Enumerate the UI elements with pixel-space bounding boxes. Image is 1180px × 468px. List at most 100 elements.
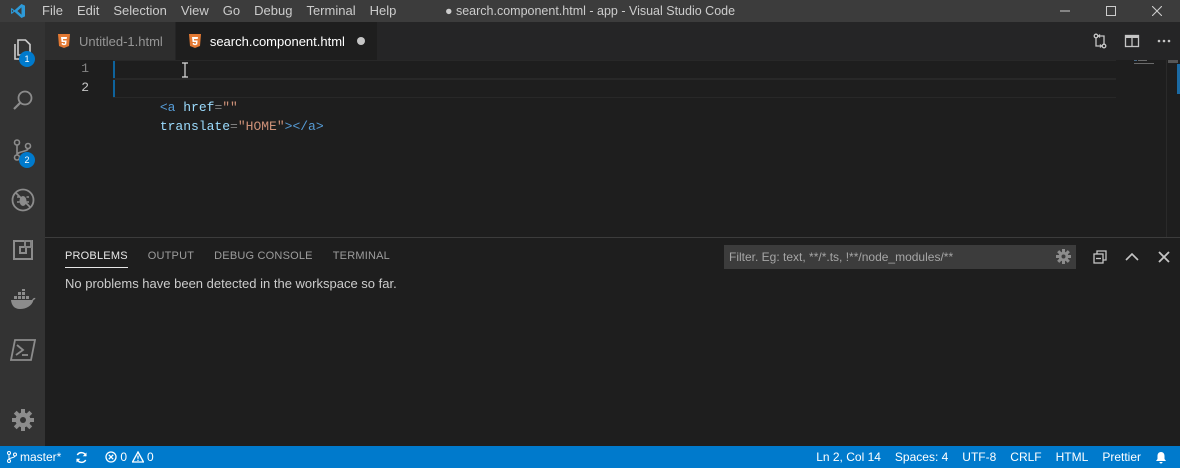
- menu-selection[interactable]: Selection: [106, 0, 173, 22]
- menu-bar: File Edit Selection View Go Debug Termin…: [35, 0, 403, 22]
- sync-icon: [76, 451, 88, 463]
- notifications-button[interactable]: [1148, 446, 1180, 468]
- bell-icon: [1156, 451, 1166, 463]
- minimap[interactable]: [1134, 60, 1158, 66]
- maximize-icon: [1106, 6, 1116, 16]
- end-of-line[interactable]: CRLF: [1003, 446, 1048, 468]
- minimize-button[interactable]: [1042, 0, 1088, 22]
- activity-debug[interactable]: [0, 176, 45, 224]
- filter-placeholder: Filter. Eg: text, **/*.ts, !**/node_modu…: [729, 250, 954, 264]
- tab-terminal[interactable]: TERMINAL: [333, 238, 390, 274]
- menu-help[interactable]: Help: [363, 0, 404, 22]
- split-editor-button[interactable]: [1116, 22, 1148, 60]
- extensions-icon: [12, 240, 33, 260]
- line-number-gutter: 1 2: [45, 60, 97, 237]
- attribute-name: translate: [159, 119, 231, 134]
- code-line-1[interactable]: <a href="": [113, 60, 1116, 115]
- bottom-panel: PROBLEMS OUTPUT DEBUG CONSOLE TERMINAL F…: [45, 237, 1180, 446]
- attribute-name: href: [175, 100, 215, 115]
- branch-name: master*: [20, 450, 62, 464]
- window-controls: [1042, 0, 1180, 22]
- activity-powershell[interactable]: [0, 326, 45, 374]
- debug-icon: [11, 188, 34, 212]
- problems-summary[interactable]: 0 0: [98, 446, 160, 468]
- problems-filter-input[interactable]: Filter. Eg: text, **/*.ts, !**/node_modu…: [724, 245, 1076, 269]
- menu-view[interactable]: View: [174, 0, 216, 22]
- code-area[interactable]: <a href="" translate="HOME"></a>: [113, 60, 1116, 237]
- html-file-icon: [188, 34, 201, 48]
- chevron-up-icon: [1125, 252, 1139, 261]
- attribute-value: "": [222, 100, 238, 115]
- indentation[interactable]: Spaces: 4: [888, 446, 955, 468]
- close-window-button[interactable]: [1134, 0, 1180, 22]
- error-count: 0: [120, 450, 128, 464]
- git-branch-icon: [7, 451, 17, 463]
- html-file-icon: [58, 34, 70, 48]
- activity-source-control[interactable]: 2: [0, 126, 45, 174]
- vertical-scrollbar[interactable]: [1166, 60, 1180, 237]
- editor-actions: [1084, 22, 1180, 60]
- equals-sign: =: [230, 119, 238, 134]
- close-icon: [1152, 6, 1162, 16]
- explorer-badge: 1: [19, 51, 35, 67]
- panel-tabs: PROBLEMS OUTPUT DEBUG CONSOLE TERMINAL: [65, 238, 410, 274]
- collapse-all-button[interactable]: [1084, 245, 1116, 269]
- maximize-panel-button[interactable]: [1116, 245, 1148, 269]
- open-changes-button[interactable]: [1084, 22, 1116, 60]
- vscode-logo-icon: [0, 0, 35, 22]
- git-branch[interactable]: master*: [0, 446, 68, 468]
- menu-go[interactable]: Go: [216, 0, 247, 22]
- unsaved-indicator[interactable]: [356, 37, 365, 45]
- file-encoding[interactable]: UTF-8: [955, 446, 1003, 468]
- line-number: 1: [81, 61, 89, 76]
- status-bar: master* 0 0 Ln 2, Col 14 Spaces: 4 UTF-8: [0, 446, 1180, 468]
- close-icon: [1158, 251, 1170, 263]
- code-line-2[interactable]: translate="HOME"></a>: [113, 79, 1116, 134]
- activity-docker[interactable]: [0, 276, 45, 324]
- panel-actions: [1084, 245, 1180, 269]
- problems-message: No problems have been detected in the wo…: [65, 276, 397, 291]
- activity-explorer[interactable]: 1: [0, 26, 45, 74]
- title-bar: File Edit Selection View Go Debug Termin…: [0, 0, 1180, 22]
- docker-icon: [10, 289, 35, 309]
- collapse-all-icon: [1093, 250, 1107, 264]
- tab-label: search.component.html: [209, 33, 345, 49]
- warning-icon: [132, 451, 145, 463]
- code-editor[interactable]: 1 2 <a href="" translate="HOME"></a>: [45, 60, 1180, 237]
- menu-debug[interactable]: Debug: [247, 0, 299, 22]
- cursor-position[interactable]: Ln 2, Col 14: [809, 446, 888, 468]
- minimize-icon: [1060, 10, 1070, 12]
- line-highlight: [113, 79, 1116, 98]
- menu-edit[interactable]: Edit: [70, 0, 106, 22]
- tab-untitled-1[interactable]: Untitled-1.html: [45, 22, 176, 60]
- maximize-button[interactable]: [1088, 0, 1134, 22]
- sync-button[interactable]: [68, 446, 98, 468]
- tab-output[interactable]: OUTPUT: [148, 238, 194, 274]
- language-mode[interactable]: HTML: [1049, 446, 1096, 468]
- source-control-badge: 2: [19, 152, 35, 168]
- tab-debug-console[interactable]: DEBUG CONSOLE: [214, 238, 313, 274]
- more-actions-button[interactable]: [1148, 22, 1180, 60]
- text-cursor-icon: [182, 62, 188, 78]
- close-panel-button[interactable]: [1148, 245, 1180, 269]
- menu-terminal[interactable]: Terminal: [299, 0, 362, 22]
- tab-label: Untitled-1.html: [79, 33, 163, 49]
- line-highlight: [113, 60, 1116, 79]
- activity-search[interactable]: [0, 76, 45, 124]
- tag-open: <a: [159, 100, 176, 115]
- tab-search-component[interactable]: search.component.html: [175, 22, 378, 60]
- search-icon: [12, 90, 32, 110]
- split-editor-icon: [1124, 34, 1140, 48]
- prettier-status[interactable]: Prettier: [1095, 446, 1148, 468]
- activity-settings[interactable]: [0, 396, 45, 444]
- activity-bar: 1 2: [0, 22, 45, 446]
- menu-file[interactable]: File: [35, 0, 70, 22]
- tab-problems[interactable]: PROBLEMS: [65, 244, 128, 268]
- activity-extensions[interactable]: [0, 226, 45, 274]
- gear-icon: [11, 409, 34, 431]
- scrollbar-thumb[interactable]: [1168, 60, 1178, 63]
- filter-settings-icon[interactable]: [1056, 249, 1072, 265]
- line-number: 2: [81, 80, 89, 95]
- tag-close: ></a>: [284, 119, 324, 134]
- powershell-icon: [9, 339, 36, 361]
